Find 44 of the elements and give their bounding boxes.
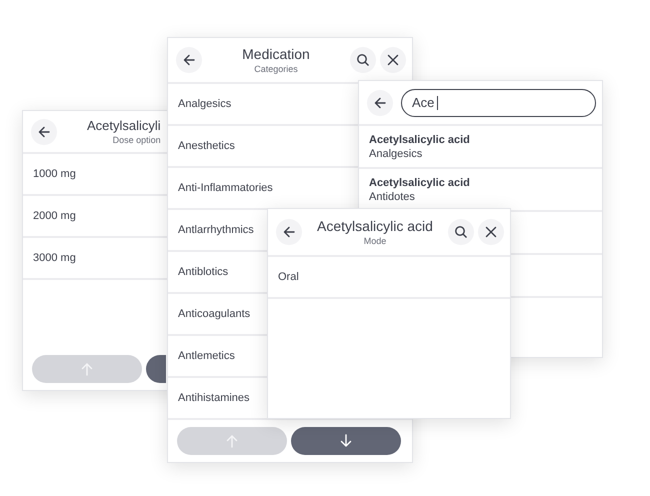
back-arrow-icon — [282, 225, 296, 239]
list-item[interactable]: Analgesics — [178, 98, 232, 110]
panel-subtitle: Mode — [364, 236, 386, 246]
panel-title: Acetylsalicyli — [87, 118, 161, 133]
panel-title: Medication — [242, 46, 310, 62]
search-icon — [356, 53, 370, 67]
panel-title: Acetylsalicylic acid — [317, 218, 433, 234]
search-icon — [454, 225, 468, 239]
list-item[interactable]: 2000 mg — [33, 210, 76, 222]
result-category[interactable]: Antidotes — [369, 190, 415, 202]
list-item[interactable]: Anticoagulants — [178, 308, 250, 320]
list-item[interactable]: Anti-Inflammatories — [178, 182, 273, 194]
close-icon — [484, 225, 498, 239]
close-button[interactable] — [478, 219, 504, 245]
down-arrow-icon — [339, 434, 353, 448]
list-item[interactable]: 1000 mg — [33, 168, 76, 180]
back-button[interactable] — [367, 90, 393, 116]
panel-subtitle: Categories — [254, 64, 298, 74]
search-button[interactable] — [448, 219, 474, 245]
result-name[interactable]: Acetylsalicylic acid — [369, 134, 470, 146]
back-button[interactable] — [276, 219, 302, 245]
search-field[interactable]: Ace — [401, 88, 596, 116]
list-item[interactable]: Antihistamines — [178, 392, 250, 404]
search-button[interactable] — [350, 47, 376, 73]
list-item[interactable]: Oral — [278, 271, 299, 283]
list-item[interactable]: Antiblotics — [178, 266, 228, 278]
list-item[interactable]: 3000 mg — [33, 252, 76, 264]
back-button[interactable] — [31, 118, 57, 144]
close-icon — [386, 53, 400, 67]
close-button[interactable] — [380, 47, 406, 73]
up-arrow-icon — [80, 362, 94, 376]
result-category[interactable]: Analgesics — [369, 148, 422, 160]
scroll-down-button[interactable] — [291, 427, 401, 455]
back-arrow-icon — [373, 96, 387, 110]
back-arrow-icon — [37, 124, 51, 138]
list-item[interactable]: Anesthetics — [178, 140, 235, 152]
list-item[interactable]: Antlemetics — [178, 350, 235, 362]
panel-subtitle: Dose option — [112, 135, 161, 145]
up-arrow-icon — [225, 434, 239, 448]
back-button[interactable] — [176, 47, 202, 73]
scroll-down-button[interactable] — [146, 355, 166, 383]
result-name[interactable]: Acetylsalicylic acid — [369, 176, 470, 188]
back-arrow-icon — [182, 53, 196, 67]
list-item[interactable]: Antlarrhythmics — [178, 224, 254, 236]
